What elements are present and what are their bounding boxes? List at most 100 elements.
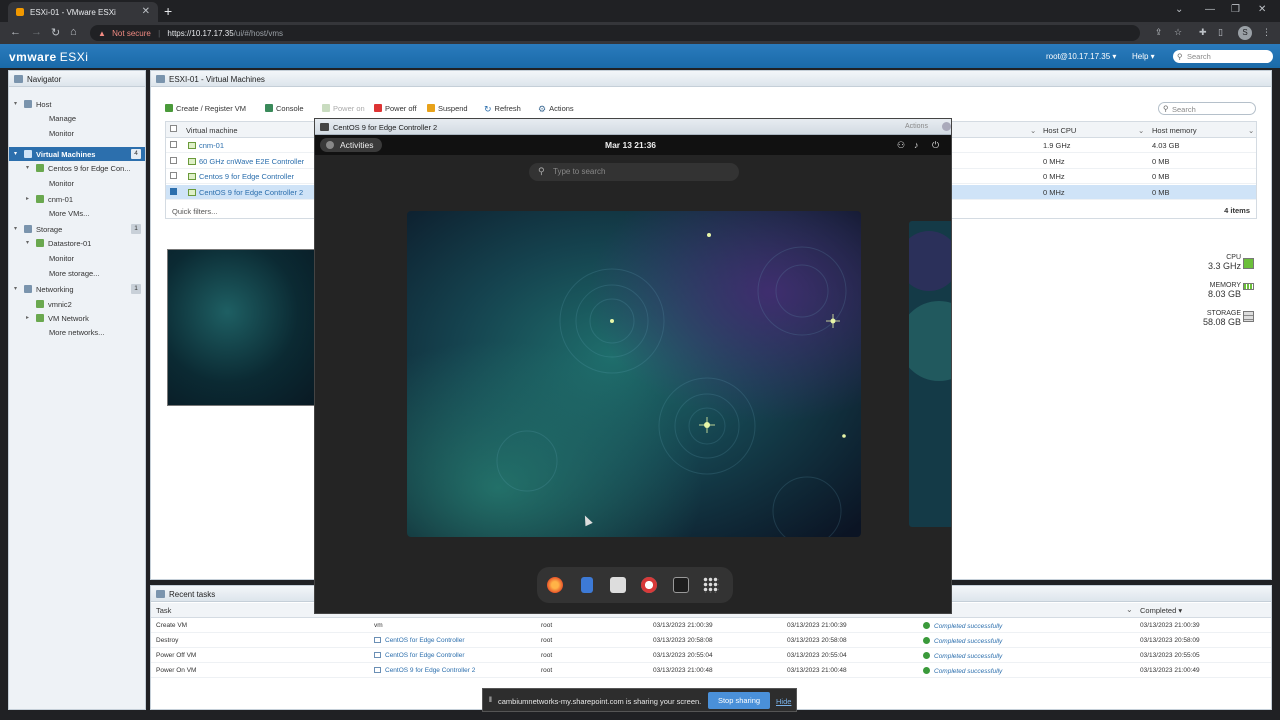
terminal-icon[interactable] [673,577,689,593]
gnome-desktop[interactable]: Activities Mar 13 21:36 ⚇ ♪ ⏻ ⚲ Type to … [315,135,951,613]
workspace-thumbnail-current[interactable] [407,211,861,537]
volume-icon[interactable]: ♪ [914,140,919,150]
table-row[interactable]: Power On VM CentOS 9 for Edge Controller … [151,663,1271,678]
column-sort-icon[interactable]: ⌄ [1248,126,1254,135]
bookmark-star-icon[interactable]: ☆ [1174,27,1182,38]
close-window-icon[interactable]: ✕ [1258,4,1266,15]
stop-sharing-button[interactable]: Stop sharing [708,692,770,709]
actions-button[interactable]: ⚙ Actions [538,104,574,114]
minimize-icon[interactable]: — [1205,4,1215,15]
vm-console-window[interactable]: CentOS 9 for Edge Controller 2 Actions A… [314,118,952,614]
sidebar-item-manage[interactable]: Manage [9,111,145,125]
sidebar-icon[interactable]: ▯ [1218,27,1223,38]
console-title-bar[interactable]: CentOS 9 for Edge Controller 2 Actions [315,119,951,135]
create-register-vm-button[interactable]: Create / Register VM [165,104,246,113]
extensions-icon[interactable]: ✚ [1199,27,1207,38]
vm-name-link[interactable]: Centos 9 for Edge Controller [188,172,294,181]
vm-search-input[interactable]: ⚲ Search [1158,102,1256,115]
files-icon[interactable] [581,577,593,593]
vm-name-link[interactable]: cnm-01 [188,141,224,150]
sidebar-item-networking[interactable]: ▾ Networking 1 [9,282,145,296]
row-checkbox[interactable] [170,156,177,164]
row-checkbox[interactable] [170,141,177,148]
table-row[interactable]: Power Off VM CentOS for Edge Controller ro… [151,648,1271,663]
activities-button[interactable]: Activities [320,138,382,152]
chevron-down-icon[interactable]: ▾ [26,239,29,246]
sidebar-item-monitor[interactable]: Monitor [9,126,145,140]
sidebar-item-more-vms[interactable]: More VMs... [9,206,145,220]
share-icon[interactable]: ⇪ [1155,27,1163,38]
row-checkbox[interactable] [170,187,177,195]
column-sort-icon[interactable]: ⌄ [1126,605,1133,614]
forward-icon[interactable]: → [31,26,42,38]
url-input[interactable]: ▲ Not secure | https://10.17.17.35/ui/#/… [90,25,1140,41]
help-lifebuoy-icon[interactable] [641,577,657,593]
profile-avatar[interactable]: S [1238,26,1252,40]
chevron-right-icon[interactable]: ▸ [26,195,29,202]
column-completed[interactable]: Completed ▾ [1140,606,1182,615]
column-host-memory[interactable]: Host memory [1152,126,1197,135]
task-target[interactable]: CentOS for Edge Controller [374,652,464,659]
chevron-down-icon[interactable]: ▾ [26,164,29,171]
column-virtual-machine[interactable]: Virtual machine [186,126,238,135]
back-icon[interactable]: ← [10,26,21,38]
column-sort-icon[interactable]: ⌄ [1030,126,1036,135]
vm-name-link[interactable]: 60 GHz cnWave E2E Controller [188,157,304,166]
sidebar-item-more-storage[interactable]: More storage... [9,266,145,280]
workspace-thumbnail-next[interactable] [909,221,951,527]
sidebar-item-vm-network[interactable]: ▸ VM Network [9,311,145,325]
header-search-input[interactable]: ⚲ Search [1173,50,1273,63]
console-actions-button[interactable]: Actions [905,123,928,130]
gnome-search-input[interactable]: ⚲ Type to search [529,163,739,181]
quick-filters-dropdown[interactable]: Quick filters... [172,207,217,216]
user-menu[interactable]: root@10.17.17.35 ▾ [1046,52,1116,61]
close-tab-icon[interactable]: ✕ [142,6,150,17]
select-all-checkbox[interactable] [170,125,177,132]
refresh-button[interactable]: ↻ Refresh [484,104,521,114]
column-task[interactable]: Task [156,606,171,615]
home-icon[interactable]: ⌂ [70,26,77,38]
sidebar-item-cnm-01[interactable]: ▸ cnm-01 [9,192,145,206]
column-host-cpu[interactable]: Host CPU [1043,126,1076,135]
new-tab-icon[interactable]: + [164,3,172,19]
sidebar-item-more-networks[interactable]: More networks... [9,325,145,339]
chevron-down-icon[interactable]: ▾ [14,100,17,107]
power-off-button[interactable]: Power off [374,104,417,113]
reload-icon[interactable]: ↻ [51,26,60,39]
table-row[interactable]: Create VM vm root 03/13/2023 21:00:39 03/13/… [151,618,1271,633]
vm-name-link[interactable]: CentOS 9 for Edge Controller 2 [188,188,303,197]
vm-console-thumbnail[interactable] [167,249,317,406]
chevron-down-icon[interactable]: ▾ [14,285,17,292]
hide-link[interactable]: Hide [776,697,791,706]
maximize-icon[interactable]: ❐ [1231,4,1240,15]
software-icon[interactable] [610,577,626,593]
sidebar-item-centos-9-for-edge-con[interactable]: ▾ Centos 9 for Edge Con... [9,161,145,175]
help-menu[interactable]: Help ▾ [1132,52,1155,61]
sidebar-item-host[interactable]: ▾ Host [9,97,145,111]
console-close-icon[interactable] [942,122,951,131]
chevron-down-icon[interactable]: ▾ [14,225,17,232]
table-row[interactable]: Destroy CentOS for Edge Controller root 03/… [151,633,1271,648]
chevron-down-icon[interactable]: ⌄ [1175,4,1183,15]
chevron-down-icon[interactable]: ▾ [14,150,17,157]
row-checkbox[interactable] [170,172,177,179]
suspend-button[interactable]: Suspend [427,104,468,113]
sidebar-item-monitor[interactable]: Monitor [9,251,145,265]
column-sort-icon[interactable]: ⌄ [1138,126,1144,135]
task-target[interactable]: CentOS 9 for Edge Controller 2 [374,667,475,674]
sidebar-item-storage[interactable]: ▾ Storage 1 [9,222,145,236]
menu-kebab-icon[interactable]: ⋮ [1262,27,1271,38]
sidebar-item-monitor[interactable]: Monitor [9,176,145,190]
chevron-right-icon[interactable]: ▸ [26,314,29,321]
sidebar-item-vmnic2[interactable]: vmnic2 [9,297,145,311]
power-on-button[interactable]: Power on [322,104,365,113]
sidebar-item-virtual-machines[interactable]: ▾ Virtual Machines 4 [9,147,145,161]
console-button[interactable]: Console [265,104,304,113]
network-icon[interactable]: ⚇ [897,140,905,151]
task-target[interactable]: CentOS for Edge Controller [374,637,464,644]
sidebar-item-datastore-01[interactable]: ▾ Datastore-01 [9,236,145,250]
power-icon[interactable]: ⏻ [932,140,939,151]
gnome-clock[interactable]: Mar 13 21:36 [605,140,656,150]
app-grid-icon[interactable] [703,577,719,593]
browser-tab[interactable]: ESXi-01 - VMware ESXi ✕ [8,2,158,22]
